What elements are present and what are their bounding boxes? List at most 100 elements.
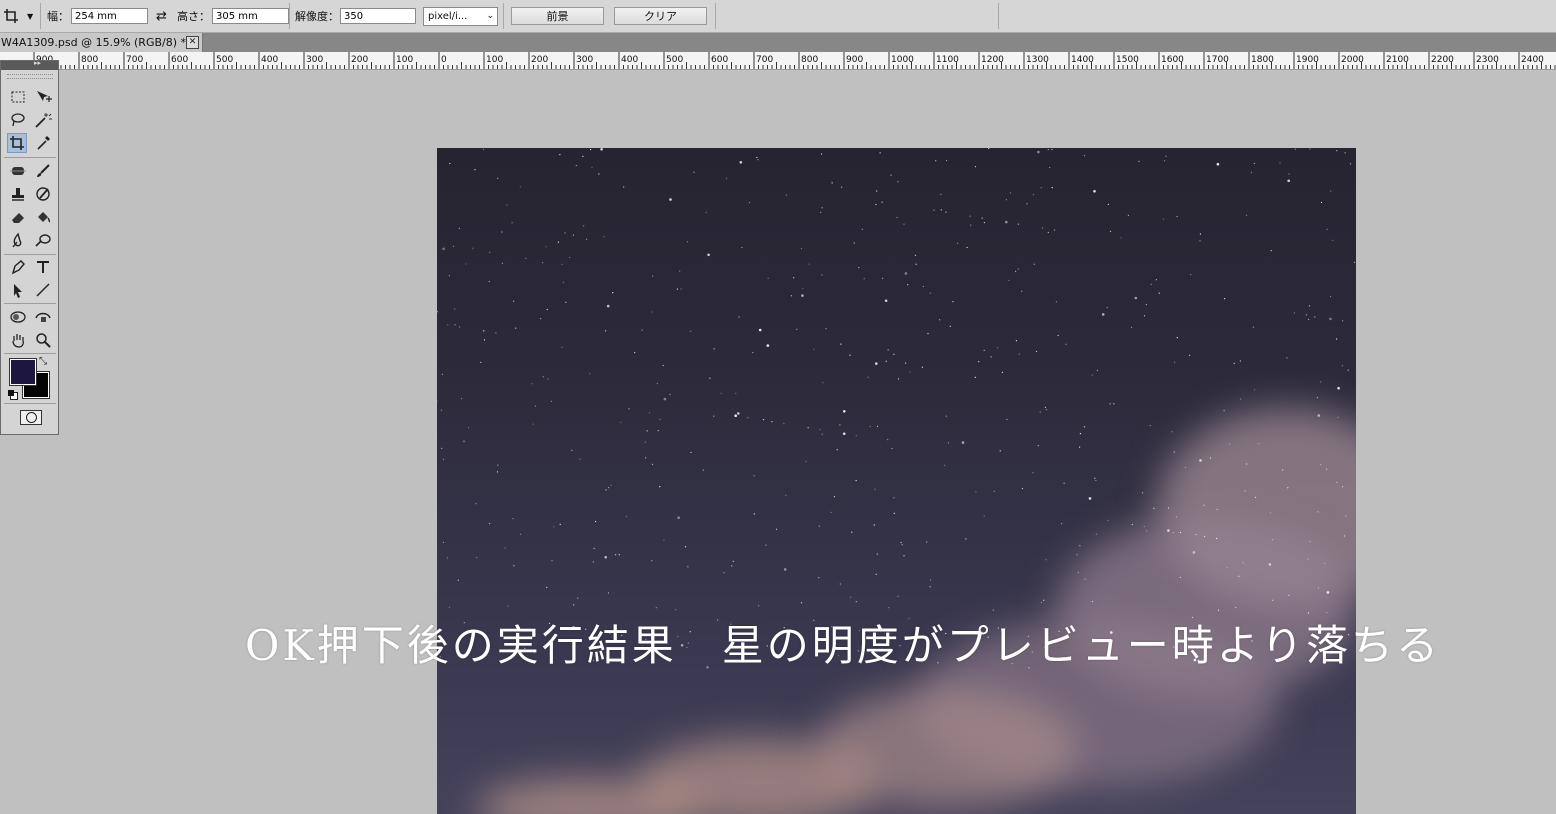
document-title: W4A1309.psd @ 15.9% (RGB/8) * — [1, 36, 187, 49]
line-icon — [36, 283, 50, 297]
close-icon[interactable]: ✕ — [186, 36, 199, 49]
ruler-ticks: 9008007006005004003002001000100200300400… — [2, 52, 1556, 69]
default-colors-icon[interactable] — [8, 390, 18, 400]
chevron-down-icon: ⌄ — [486, 11, 494, 21]
hand-tool[interactable] — [8, 330, 28, 350]
clear-wrap: クリア — [614, 0, 707, 32]
separator — [4, 303, 56, 304]
spot-healing-tool[interactable] — [8, 161, 28, 181]
ruler-label: 0 — [441, 55, 447, 65]
ruler-label: 1400 — [1071, 55, 1094, 65]
eraser-tool[interactable] — [8, 207, 28, 227]
history-brush-icon — [36, 187, 50, 201]
ruler-label: 800 — [801, 55, 818, 65]
blur-tool[interactable] — [8, 230, 28, 250]
separator — [4, 403, 56, 404]
separator — [4, 254, 56, 255]
type-icon — [37, 261, 49, 273]
foreground-color-swatch[interactable] — [9, 358, 37, 386]
brush-tool[interactable] — [33, 161, 53, 181]
lasso-tool[interactable] — [8, 110, 28, 130]
ruler-label: 900 — [846, 55, 863, 65]
brush-icon — [37, 164, 50, 177]
clone-stamp-icon — [12, 188, 24, 201]
crop-tool[interactable] — [7, 133, 27, 153]
rect-marquee-icon — [11, 91, 25, 103]
path-select-icon — [14, 284, 22, 298]
resolution-input[interactable] — [340, 8, 416, 24]
3d-orbit-tool[interactable] — [33, 307, 53, 327]
ruler-label: 1000 — [891, 55, 914, 65]
ruler-label: 2000 — [1341, 55, 1364, 65]
swap-button[interactable]: ⇄ — [156, 0, 167, 32]
eyedropper-tool[interactable] — [33, 133, 53, 153]
panel-header[interactable]: ▸▸ — [1, 59, 58, 70]
ruler-label: 600 — [171, 55, 188, 65]
zoom-tool[interactable] — [33, 330, 53, 350]
move-tool[interactable] — [33, 87, 53, 107]
eraser-icon — [12, 213, 24, 223]
document-tab[interactable]: W4A1309.psd @ 15.9% (RGB/8) * ✕ — [0, 33, 203, 52]
clone-stamp-tool[interactable] — [8, 184, 28, 204]
resolution-label: 解像度： — [295, 10, 339, 23]
stars — [437, 148, 1356, 669]
history-brush-tool[interactable] — [33, 184, 53, 204]
separator — [40, 3, 41, 29]
magic-wand-icon — [35, 113, 52, 128]
crop-icon — [10, 136, 24, 150]
separator — [289, 3, 290, 29]
ruler-label: 2100 — [1386, 55, 1409, 65]
3d-rotate-tool[interactable] — [8, 307, 28, 327]
magic-wand-tool[interactable] — [33, 110, 53, 130]
type-tool[interactable] — [33, 257, 53, 277]
separator — [4, 353, 56, 354]
ruler-label: 100 — [486, 55, 503, 65]
unit-select[interactable]: pixel/i... ⌄ — [423, 6, 498, 26]
front-image-wrap: 前景 — [511, 0, 604, 32]
ruler-label: 2400 — [1521, 55, 1544, 65]
panel-grip[interactable] — [7, 74, 53, 79]
unit-select-value: pixel/i... — [428, 10, 468, 22]
ruler-label: 1900 — [1296, 55, 1319, 65]
clear-button[interactable]: クリア — [614, 7, 707, 25]
ruler-label: 1300 — [1026, 55, 1049, 65]
separator — [715, 3, 716, 29]
spot-healing-icon — [10, 167, 26, 175]
annotation-caption: OK押下後の実行結果 星の明度がプレビュー時より落ちる — [245, 621, 1441, 670]
crop-icon — [4, 9, 18, 23]
line-tool[interactable] — [33, 280, 53, 300]
width-input[interactable] — [71, 8, 148, 24]
dodge-tool[interactable] — [33, 230, 53, 250]
ruler-label: 200 — [351, 55, 368, 65]
tool-preset-picker[interactable]: ▼ — [3, 0, 33, 32]
swap-colors-icon[interactable]: ⤡ — [39, 356, 47, 367]
ruler-label: 300 — [306, 55, 323, 65]
ruler-label: 2200 — [1431, 55, 1454, 65]
3d-orbit-icon — [35, 312, 51, 322]
resolution-group: 解像度： — [295, 0, 416, 32]
ruler-label: 800 — [81, 55, 98, 65]
ruler-label: 2300 — [1476, 55, 1499, 65]
pen-tool[interactable] — [8, 257, 28, 277]
ruler-label: 100 — [396, 55, 413, 65]
front-image-button[interactable]: 前景 — [511, 7, 604, 25]
height-input[interactable] — [212, 8, 289, 24]
ruler-label: 300 — [576, 55, 593, 65]
quick-mask-button[interactable] — [20, 410, 42, 425]
rect-marquee-tool[interactable] — [8, 87, 28, 107]
paint-bucket-tool[interactable] — [33, 207, 53, 227]
eyedropper-icon — [37, 136, 50, 150]
chevron-down-icon: ▼ — [27, 11, 34, 21]
ruler-label: 1600 — [1161, 55, 1184, 65]
options-bar: ▼ 幅： ⇄ 高さ： 解像度： pixel/i... ⌄ 前景 クリア — [0, 0, 1556, 33]
blur-icon — [12, 232, 22, 248]
dodge-icon — [35, 234, 51, 247]
separator — [503, 3, 504, 29]
ruler-label: 700 — [756, 55, 773, 65]
unit-select-wrap: pixel/i... ⌄ — [423, 0, 498, 32]
canvas-image[interactable] — [437, 148, 1356, 814]
height-group: 高さ： — [177, 0, 289, 32]
path-select-tool[interactable] — [8, 280, 28, 300]
collapse-icon[interactable]: ▸▸ — [34, 59, 41, 67]
ruler-label: 1800 — [1251, 55, 1274, 65]
